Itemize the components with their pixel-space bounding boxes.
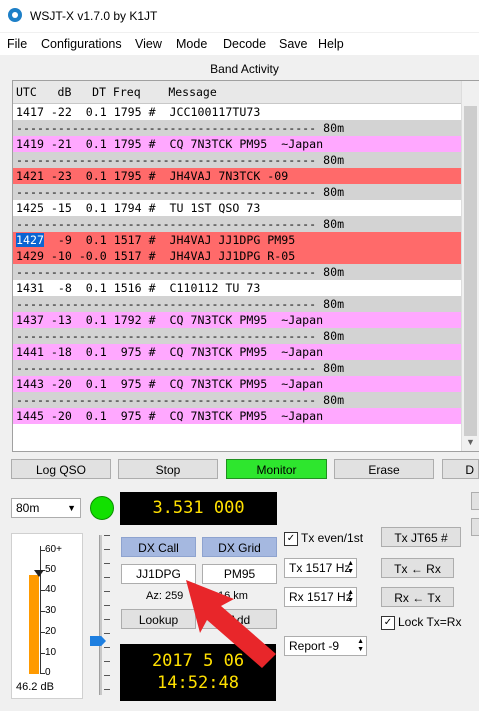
decode-row[interactable]: 1443 -20 0.1 975 # CQ 7N3TCK PM95 ~Japan bbox=[13, 376, 479, 392]
band-activity-rows: 1417 -22 0.1 1795 # JCC100117TU73 -------… bbox=[13, 104, 479, 424]
clock-date: 2017 5 06 bbox=[151, 651, 245, 671]
tx-jt65-button[interactable]: Tx JT65 # bbox=[381, 527, 461, 547]
decode-row[interactable]: 1421 -23 0.1 1795 # JH4VAJ 7N3TCK -09 bbox=[13, 168, 479, 184]
decode-row[interactable]: 1417 -22 0.1 1795 # JCC100117TU73 bbox=[13, 104, 479, 120]
meter-level-bar bbox=[29, 575, 39, 674]
tx-even-checkbox[interactable]: ✓ bbox=[284, 532, 298, 546]
meter-label: 0 bbox=[45, 667, 51, 678]
decode-row[interactable]: 1419 -21 0.1 1795 # CQ 7N3TCK PM95 ~Japa… bbox=[13, 136, 479, 152]
menu-help[interactable]: Help bbox=[318, 37, 344, 51]
band-separator-row: ----------------------------------------… bbox=[13, 360, 479, 376]
menu-configurations[interactable]: Configurations bbox=[41, 37, 122, 51]
report-value: Report -9 bbox=[289, 639, 340, 653]
vertical-scrollbar[interactable]: ▼ bbox=[461, 81, 479, 451]
band-activity-header: UTC dB DT Freq Message bbox=[13, 81, 479, 104]
rx-from-tx-button[interactable]: Rx ← Tx bbox=[381, 587, 454, 607]
clock-time: 14:52:48 bbox=[157, 673, 239, 693]
slider-track bbox=[99, 535, 102, 695]
erase-button[interactable]: Erase bbox=[334, 459, 434, 479]
rx-frequency-spinbox[interactable]: Rx 1517 Hz ▲ ▼ bbox=[284, 587, 357, 607]
chevron-down-icon: ▼ bbox=[67, 503, 76, 513]
lookup-button[interactable]: Lookup bbox=[121, 609, 196, 629]
utc-clock-display: 2017 5 06 14:52:48 bbox=[120, 644, 276, 701]
tx-frequency-value: Tx 1517 Hz bbox=[289, 561, 351, 575]
band-separator-row: ----------------------------------------… bbox=[13, 264, 479, 280]
decode-row[interactable]: 1429 -10 -0.0 1517 # JH4VAJ JJ1DPG R-05 bbox=[13, 248, 479, 264]
meter-label: 20 bbox=[45, 626, 57, 637]
lock-tx-rx-checkbox[interactable]: ✓ bbox=[381, 616, 395, 630]
edge-control-lower[interactable] bbox=[471, 518, 479, 536]
tx-even-label: Tx even/1st bbox=[301, 531, 364, 545]
spin-arrows-icon[interactable]: ▲ ▼ bbox=[347, 589, 354, 605]
meter-label: 50 bbox=[45, 564, 57, 575]
status-led-icon bbox=[90, 496, 114, 520]
decode-row[interactable]: 1431 -8 0.1 1516 # C110112 TU 73 bbox=[13, 280, 479, 296]
band-activity-label: Band Activity bbox=[210, 62, 279, 76]
log-qso-button[interactable]: Log QSO bbox=[11, 459, 111, 479]
band-separator-row: ----------------------------------------… bbox=[13, 328, 479, 344]
window-title: WSJT-X v1.7.0 by K1JT bbox=[30, 9, 158, 23]
add-button[interactable]: Add bbox=[202, 609, 277, 629]
menu-view[interactable]: View bbox=[135, 37, 162, 51]
report-spinbox[interactable]: Report -9 ▲ ▼ bbox=[284, 636, 367, 656]
band-separator-row: ----------------------------------------… bbox=[13, 152, 479, 168]
dial-frequency-display: 3.531 000 bbox=[120, 492, 277, 525]
meter-reading: 46.2 dB bbox=[16, 681, 54, 693]
spin-arrows-icon[interactable]: ▲ ▼ bbox=[347, 560, 354, 576]
distance-readout: 16 km bbox=[218, 590, 248, 602]
meter-label: 10 bbox=[45, 647, 57, 658]
band-activity-list[interactable]: UTC dB DT Freq Message 1417 -22 0.1 1795… bbox=[12, 80, 479, 452]
menu-save[interactable]: Save bbox=[279, 37, 308, 51]
meter-label: 60+ bbox=[45, 544, 62, 555]
tx-frequency-spinbox[interactable]: Tx 1517 Hz ▲ ▼ bbox=[284, 558, 357, 578]
decode-row-text: -9 0.1 1517 # JH4VAJ JJ1DPG PM95 bbox=[43, 233, 296, 247]
monitor-button[interactable]: Monitor bbox=[226, 459, 327, 479]
dx-call-button[interactable]: DX Call bbox=[121, 537, 196, 557]
edge-control-upper[interactable] bbox=[471, 492, 479, 510]
menu-file[interactable]: File bbox=[7, 37, 27, 51]
band-select-value: 80m bbox=[16, 501, 40, 515]
decode-row[interactable]: 1445 -20 0.1 975 # CQ 7N3TCK PM95 ~Japan bbox=[13, 408, 479, 424]
tx-from-rx-button[interactable]: Tx ← Rx bbox=[381, 558, 454, 578]
dx-grid-input[interactable]: PM95 bbox=[202, 564, 277, 584]
meter-scale bbox=[40, 546, 41, 674]
decode-row[interactable]: 1425 -15 0.1 1794 # TU 1ST QSO 73 bbox=[13, 200, 479, 216]
band-separator-row: ----------------------------------------… bbox=[13, 184, 479, 200]
meter-peak-marker-icon bbox=[34, 570, 44, 577]
dx-call-input[interactable]: JJ1DPG bbox=[121, 564, 196, 584]
lock-tx-rx-label: Lock Tx=Rx bbox=[398, 615, 462, 629]
scroll-down-icon[interactable]: ▼ bbox=[466, 437, 475, 447]
stop-button[interactable]: Stop bbox=[118, 459, 218, 479]
meter-label: 30 bbox=[45, 605, 57, 616]
decode-button[interactable]: D bbox=[442, 459, 479, 479]
meter-label: 40 bbox=[45, 584, 57, 595]
title-bar: WSJT-X v1.7.0 by K1JT bbox=[0, 0, 479, 32]
app-logo-icon bbox=[8, 8, 22, 22]
band-separator-row: ----------------------------------------… bbox=[13, 120, 479, 136]
band-select[interactable]: 80m ▼ bbox=[11, 498, 81, 518]
slider-ticks bbox=[104, 535, 110, 695]
decode-row[interactable]: 1437 -13 0.1 1792 # CQ 7N3TCK PM95 ~Japa… bbox=[13, 312, 479, 328]
dx-grid-button[interactable]: DX Grid bbox=[202, 537, 277, 557]
band-separator-row: ----------------------------------------… bbox=[13, 392, 479, 408]
band-separator-row: ----------------------------------------… bbox=[13, 216, 479, 232]
selected-time: 1427 bbox=[16, 233, 44, 247]
decode-row[interactable]: 1441 -18 0.1 975 # CQ 7N3TCK PM95 ~Japan bbox=[13, 344, 479, 360]
scrollbar-thumb[interactable] bbox=[464, 106, 477, 436]
azimuth-readout: Az: 259 bbox=[146, 590, 184, 602]
spin-arrows-icon[interactable]: ▲ ▼ bbox=[357, 638, 364, 654]
menu-mode[interactable]: Mode bbox=[176, 37, 207, 51]
signal-meter: 60+ 50 40 30 20 10 0 46.2 dB bbox=[11, 533, 83, 699]
menu-decode[interactable]: Decode bbox=[223, 37, 266, 51]
decode-row[interactable]: 1427 -9 0.1 1517 # JH4VAJ JJ1DPG PM95 bbox=[13, 232, 479, 248]
band-separator-row: ----------------------------------------… bbox=[13, 296, 479, 312]
rx-frequency-value: Rx 1517 Hz bbox=[289, 590, 352, 604]
rx-level-slider[interactable] bbox=[90, 535, 110, 695]
menu-bar: File Configurations View Mode Decode Sav… bbox=[0, 33, 479, 55]
